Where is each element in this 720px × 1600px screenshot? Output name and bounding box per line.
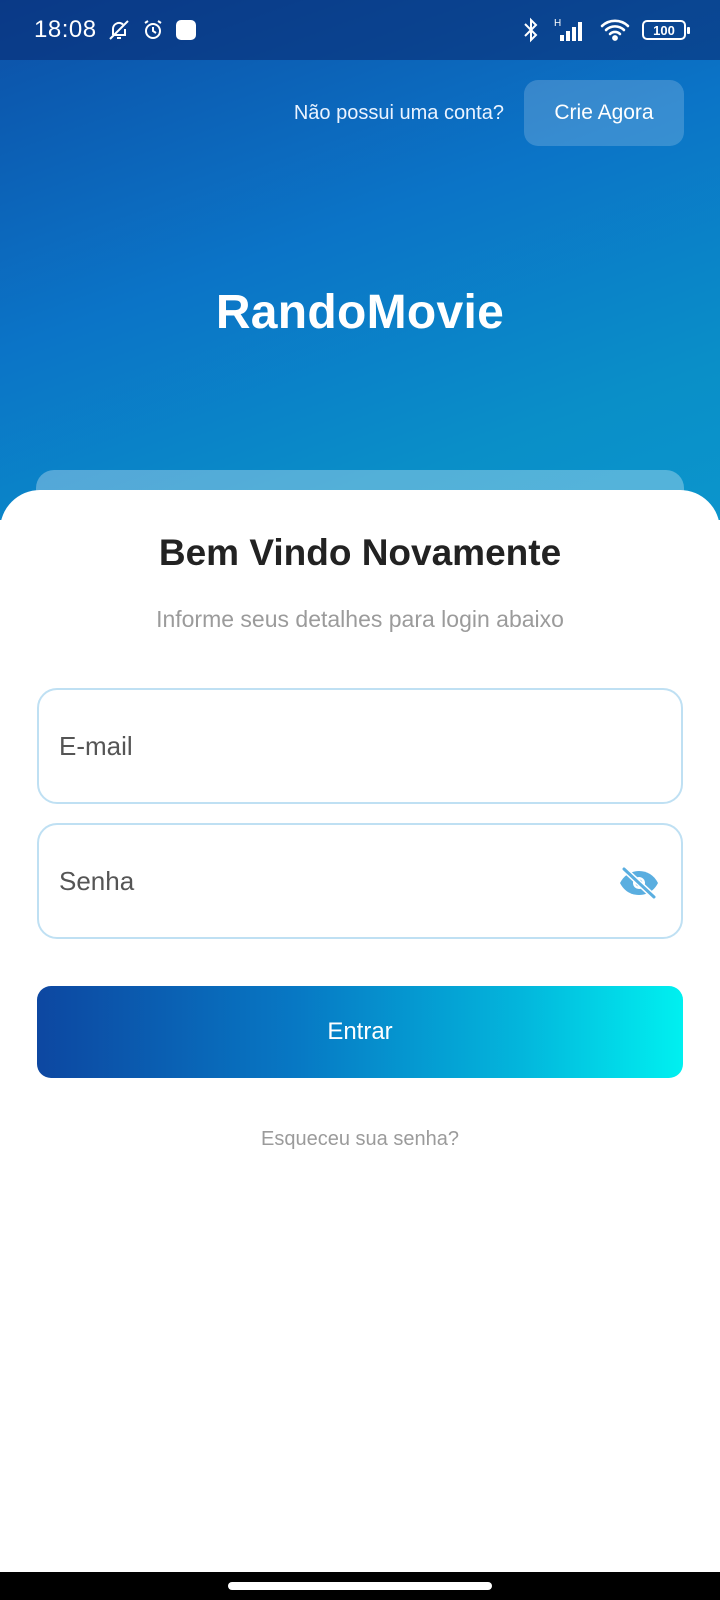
email-field[interactable]	[37, 688, 683, 804]
eye-off-icon[interactable]	[617, 863, 661, 903]
app-title: RandoMovie	[215, 286, 505, 339]
login-subtitle: Informe seus detalhes para login abaixo	[156, 606, 564, 632]
status-left: 18:08	[34, 16, 197, 44]
welcome-title: Bem Vindo Novamente	[158, 532, 562, 573]
wifi-icon	[600, 18, 630, 42]
status-bar: 18:08 H 100	[0, 0, 720, 60]
signal-icon: H	[552, 17, 588, 43]
alarm-icon	[141, 18, 165, 42]
login-button[interactable]: Entrar	[37, 986, 683, 1078]
home-indicator[interactable]	[228, 1582, 492, 1590]
status-time: 18:08	[34, 16, 97, 43]
notification-square-icon	[175, 19, 197, 41]
bluetooth-icon	[522, 17, 540, 43]
signup-prompt: Não possui uma conta?	[293, 101, 504, 124]
network-type-label: H	[554, 18, 561, 29]
password-input[interactable]	[59, 825, 619, 937]
status-right: H 100	[522, 17, 690, 43]
bell-off-icon	[107, 18, 131, 42]
signup-row: Não possui uma conta? Crie Agora	[294, 80, 684, 146]
email-input[interactable]	[59, 690, 619, 802]
forgot-password-link[interactable]: Esqueceu sua senha?	[0, 1128, 720, 1151]
navigation-bar	[0, 1572, 720, 1600]
password-field[interactable]	[37, 823, 683, 939]
battery-icon: 100	[642, 20, 690, 40]
create-account-button[interactable]: Crie Agora	[524, 80, 684, 146]
battery-level: 100	[653, 22, 675, 38]
header-background	[0, 0, 720, 520]
